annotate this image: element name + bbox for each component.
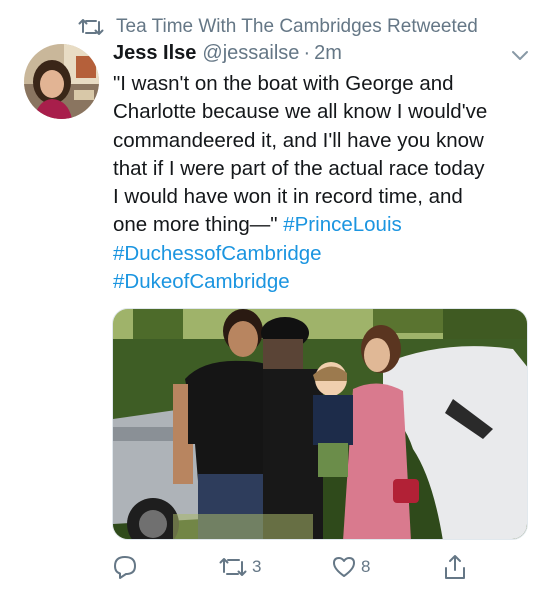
tweet-text-line: commandeered it, and I'll have you know <box>113 128 484 152</box>
tweet-author-line: Jess Ilse @jessailse · 2m <box>113 42 342 68</box>
hashtag-link[interactable]: #DukeofCambridge <box>113 268 538 296</box>
reply-button[interactable] <box>112 552 142 582</box>
tweet-text-line: Charlotte because we all know I would've <box>113 100 488 124</box>
tweet-photo[interactable] <box>112 308 528 540</box>
hashtag-link[interactable]: #DuchessofCambridge <box>113 240 538 268</box>
like-button[interactable]: 8 <box>331 552 370 582</box>
tweet-text-line: that if I were part of the actual race t… <box>113 156 485 180</box>
hashtag-link[interactable]: #PrinceLouis <box>283 213 402 236</box>
retweet-header-label: Tea Time With The Cambridges Retweeted <box>116 16 478 37</box>
tweet-timestamp[interactable]: 2m <box>314 42 342 65</box>
retweet-icon <box>78 19 104 35</box>
author-display-name[interactable]: Jess Ilse <box>113 42 196 65</box>
reply-icon <box>114 556 136 579</box>
retweet-button[interactable]: 3 <box>218 552 261 582</box>
share-button[interactable] <box>442 552 468 582</box>
tweet-text-line: "I wasn't on the boat with George and <box>113 72 454 95</box>
retweet-header[interactable]: Tea Time With The Cambridges Retweeted <box>78 14 478 40</box>
tweet-actions: 3 8 <box>112 552 472 582</box>
retweet-count: 3 <box>252 557 262 576</box>
tweet-text-line: I would have won it in record time, and <box>113 185 463 209</box>
avatar-photo <box>24 44 99 119</box>
like-count: 8 <box>361 557 371 576</box>
heart-icon <box>333 557 355 577</box>
share-icon <box>445 555 465 579</box>
photo-image <box>113 309 527 539</box>
tweet-text: "I wasn't on the boat with George and Ch… <box>113 70 538 296</box>
chevron-down-icon[interactable] <box>509 44 531 66</box>
tweet-text-line: one more thing—" <box>113 213 278 237</box>
tweet-text-last-line: one more thing—" #PrinceLouis <box>113 211 538 239</box>
avatar[interactable] <box>24 44 99 119</box>
retweet-icon <box>219 558 247 576</box>
author-handle[interactable]: @jessailse <box>202 42 299 65</box>
separator-dot: · <box>303 42 311 64</box>
